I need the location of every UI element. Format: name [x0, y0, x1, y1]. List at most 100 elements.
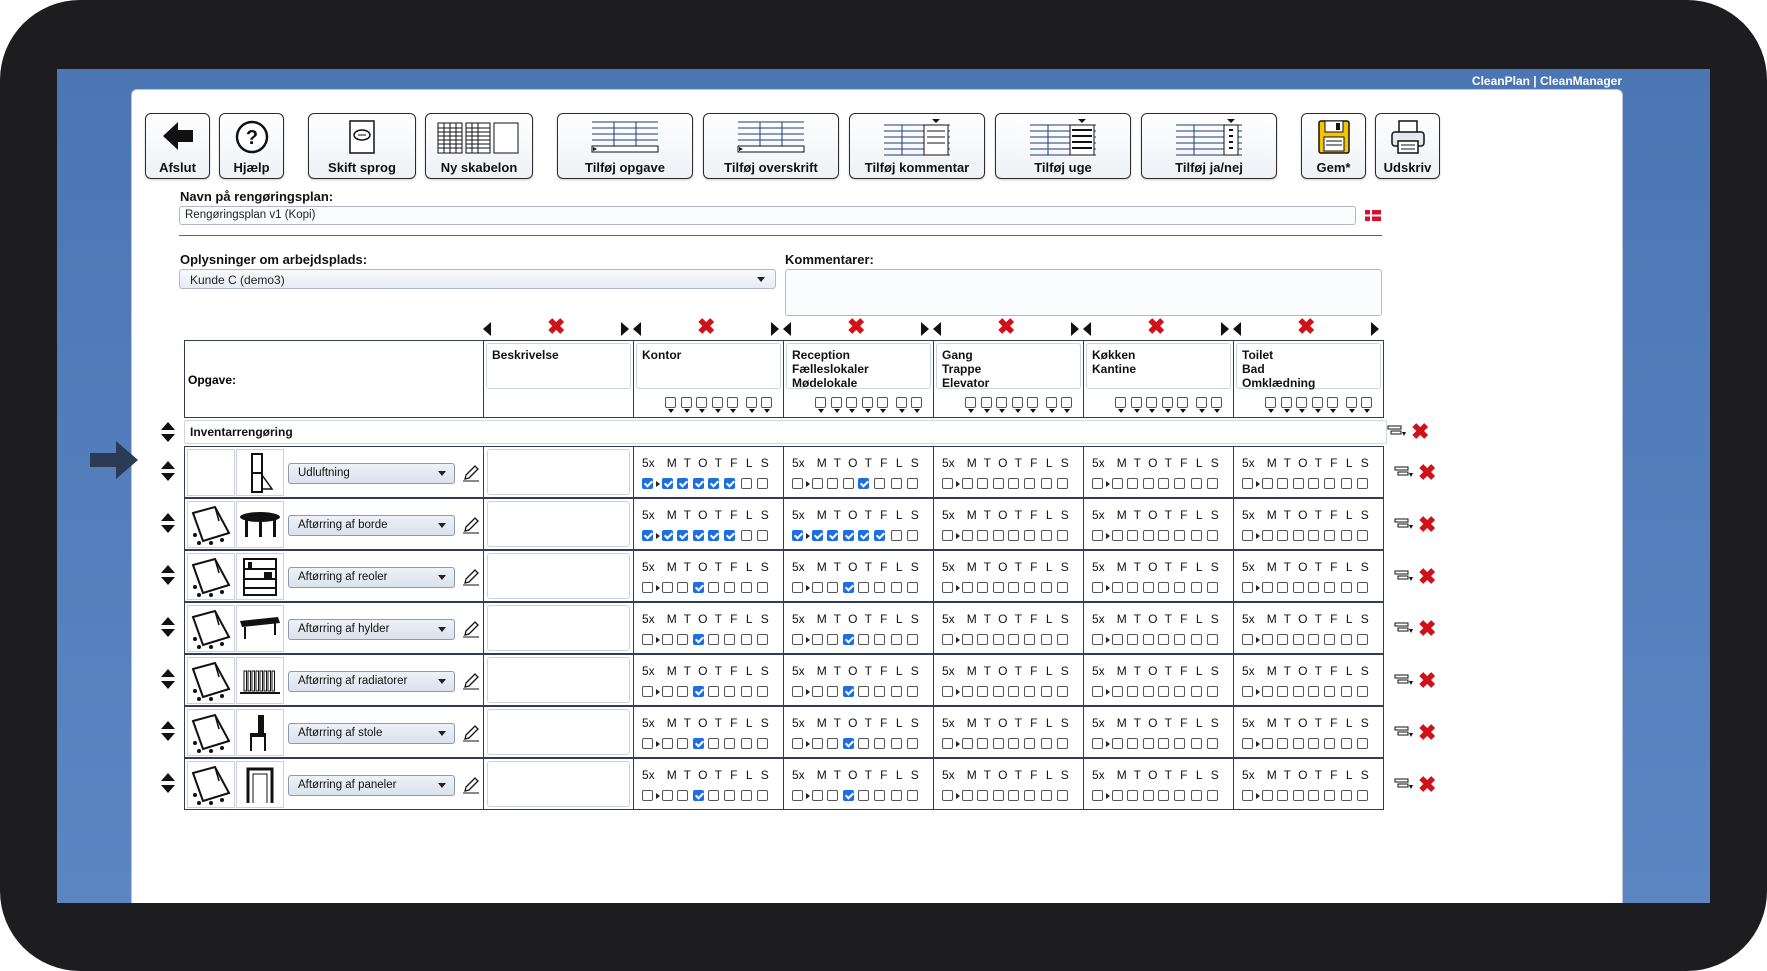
day-checkbox[interactable]: [1142, 790, 1154, 802]
day-checkbox[interactable]: [1242, 790, 1253, 802]
tilfoej-janej-button[interactable]: Tilføj ja/nej: [1141, 113, 1277, 179]
chevron-down-icon[interactable]: [668, 409, 674, 413]
day-checkbox[interactable]: [1177, 397, 1188, 409]
move-column-left-icon[interactable]: [1233, 322, 1241, 336]
day-checkbox[interactable]: [708, 686, 719, 698]
chevron-down-icon[interactable]: [864, 409, 871, 413]
day-checkbox[interactable]: [1008, 634, 1019, 646]
delete-row-icon[interactable]: ✖: [1418, 514, 1436, 536]
delete-column-icon[interactable]: ✖: [1297, 316, 1315, 338]
day-checkbox[interactable]: [1206, 478, 1218, 490]
day-checkbox[interactable]: [1173, 686, 1185, 698]
day-checkbox[interactable]: [1323, 634, 1335, 646]
day-checkbox[interactable]: [692, 738, 704, 750]
day-selector[interactable]: [1027, 394, 1038, 413]
day-checkbox[interactable]: [846, 397, 857, 409]
day-checkbox[interactable]: [977, 738, 988, 750]
chevron-down-icon[interactable]: [1364, 409, 1370, 413]
day-checkbox[interactable]: [723, 790, 735, 802]
day-selector[interactable]: [1345, 394, 1357, 413]
day-checkbox[interactable]: [1261, 790, 1273, 802]
day-checkbox[interactable]: [992, 790, 1004, 802]
move-column-right-icon[interactable]: [1221, 322, 1229, 336]
day-checkbox[interactable]: [961, 738, 973, 750]
day-checkbox[interactable]: [1008, 530, 1019, 542]
day-checkbox[interactable]: [1158, 530, 1169, 542]
day-checkbox[interactable]: [1008, 738, 1019, 750]
day-checkbox[interactable]: [961, 686, 973, 698]
day-checkbox[interactable]: [1191, 738, 1202, 750]
day-checkbox[interactable]: [1056, 634, 1068, 646]
day-checkbox[interactable]: [811, 634, 823, 646]
day-checkbox[interactable]: [642, 686, 653, 698]
day-checkbox[interactable]: [1242, 582, 1253, 594]
day-selector[interactable]: [877, 394, 888, 413]
day-checkbox[interactable]: [1056, 686, 1068, 698]
day-checkbox[interactable]: [1341, 530, 1352, 542]
day-checkbox[interactable]: [677, 686, 688, 698]
day-checkbox[interactable]: [1206, 582, 1218, 594]
day-checkbox[interactable]: [1242, 478, 1253, 490]
description-input[interactable]: [487, 605, 630, 651]
day-checkbox[interactable]: [1041, 790, 1052, 802]
day-checkbox[interactable]: [677, 738, 688, 750]
day-selector[interactable]: [696, 394, 707, 413]
day-checkbox[interactable]: [1008, 478, 1019, 490]
chevron-down-icon[interactable]: [1030, 409, 1036, 413]
day-checkbox[interactable]: [1242, 530, 1253, 542]
day-checkbox[interactable]: [642, 738, 653, 750]
day-checkbox[interactable]: [992, 634, 1004, 646]
task-icon-slot[interactable]: [236, 657, 284, 704]
day-checkbox[interactable]: [1191, 530, 1202, 542]
day-checkbox[interactable]: [1261, 582, 1273, 594]
day-checkbox[interactable]: [1277, 530, 1288, 542]
day-checkbox[interactable]: [1356, 738, 1368, 750]
day-checkbox[interactable]: [942, 582, 953, 594]
insert-row-icon[interactable]: [1387, 425, 1407, 439]
day-checkbox[interactable]: [642, 790, 653, 802]
delete-column-icon[interactable]: ✖: [847, 316, 865, 338]
day-checkbox[interactable]: [877, 397, 888, 409]
day-checkbox[interactable]: [1173, 790, 1185, 802]
chevron-down-icon[interactable]: [1149, 409, 1155, 413]
day-checkbox[interactable]: [1323, 582, 1335, 594]
day-checkbox[interactable]: [723, 634, 735, 646]
day-checkbox[interactable]: [1356, 478, 1368, 490]
day-checkbox[interactable]: [1280, 397, 1292, 409]
insert-row-icon[interactable]: [1394, 622, 1414, 636]
day-checkbox[interactable]: [811, 686, 823, 698]
chevron-down-icon[interactable]: [1048, 409, 1055, 413]
task-select[interactable]: Aftørring af stole: [288, 723, 455, 744]
day-checkbox[interactable]: [1261, 634, 1273, 646]
day-checkbox[interactable]: [858, 478, 869, 490]
day-checkbox[interactable]: [792, 582, 803, 594]
day-checkbox[interactable]: [1111, 478, 1123, 490]
chevron-down-icon[interactable]: [999, 409, 1005, 413]
day-checkbox[interactable]: [1308, 530, 1319, 542]
skift-sprog-button[interactable]: Skift sprog: [308, 113, 416, 179]
day-selector[interactable]: [980, 394, 992, 413]
day-checkbox[interactable]: [1056, 478, 1068, 490]
day-checkbox[interactable]: [1041, 530, 1052, 542]
afslut-button[interactable]: Afslut: [145, 113, 210, 179]
day-checkbox[interactable]: [741, 582, 752, 594]
delete-row-icon[interactable]: ✖: [1418, 670, 1436, 692]
day-checkbox[interactable]: [1206, 686, 1218, 698]
day-checkbox[interactable]: [1127, 634, 1138, 646]
day-checkbox[interactable]: [1341, 738, 1352, 750]
day-checkbox[interactable]: [661, 634, 673, 646]
day-checkbox[interactable]: [1277, 634, 1288, 646]
task-select[interactable]: Aftørring af hylder: [288, 619, 455, 640]
day-checkbox[interactable]: [1023, 686, 1035, 698]
day-checkbox[interactable]: [1092, 790, 1103, 802]
day-checkbox[interactable]: [891, 478, 902, 490]
day-checkbox[interactable]: [942, 634, 953, 646]
workplace-select[interactable]: Kunde C (demo3): [179, 269, 776, 289]
chevron-down-icon[interactable]: [730, 409, 736, 413]
insert-row-icon[interactable]: [1394, 778, 1414, 792]
day-checkbox[interactable]: [873, 530, 885, 542]
day-checkbox[interactable]: [1092, 738, 1103, 750]
tilfoej-overskrift-button[interactable]: Tilføj overskrift: [703, 113, 839, 179]
day-selector[interactable]: [1045, 394, 1057, 413]
day-checkbox[interactable]: [942, 478, 953, 490]
